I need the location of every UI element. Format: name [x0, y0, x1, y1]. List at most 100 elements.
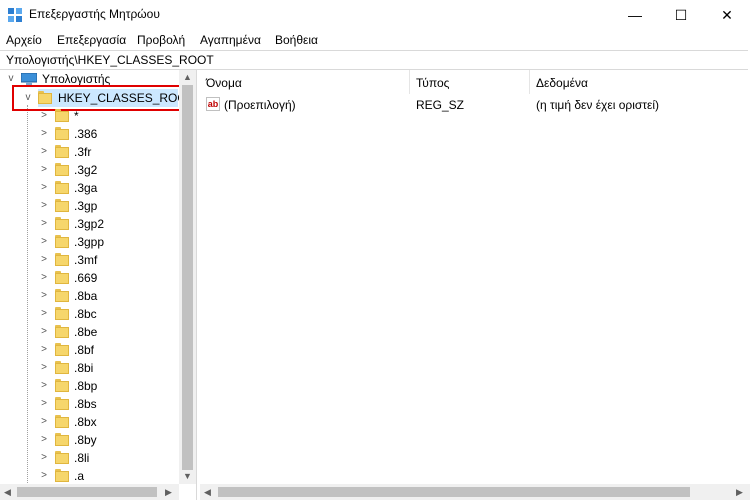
chevron-right-icon[interactable]: >: [39, 431, 49, 449]
scroll-left-icon[interactable]: ◀: [4, 487, 11, 498]
tree-item[interactable]: > .3gpp: [0, 233, 179, 251]
tree-vertical-scrollbar[interactable]: ▲ ▼: [179, 70, 196, 484]
scroll-right-icon[interactable]: ▶: [736, 487, 743, 498]
tree-item[interactable]: > .3ga: [0, 179, 179, 197]
chevron-right-icon[interactable]: >: [39, 359, 49, 377]
scroll-thumb[interactable]: [17, 487, 157, 497]
chevron-right-icon[interactable]: >: [39, 233, 49, 251]
menu-edit[interactable]: Επεξεργασία: [57, 33, 126, 47]
folder-icon: [55, 199, 69, 212]
chevron-right-icon[interactable]: >: [39, 341, 49, 359]
folder-icon: [55, 289, 69, 302]
scroll-right-icon[interactable]: ▶: [165, 487, 172, 498]
folder-icon: [55, 433, 69, 446]
folder-icon: [55, 451, 69, 464]
maximize-button[interactable]: ☐: [658, 0, 704, 30]
menu-help[interactable]: Βοήθεια: [275, 33, 318, 47]
tree-label: .8ba: [74, 289, 98, 303]
tree-label: .8be: [74, 325, 98, 339]
column-header-name[interactable]: Όνομα: [200, 70, 410, 94]
chevron-right-icon[interactable]: >: [39, 377, 49, 395]
tree-item[interactable]: > .8bs: [0, 395, 179, 413]
tree-item[interactable]: > *: [0, 107, 179, 125]
folder-icon: [55, 109, 69, 122]
tree-item[interactable]: > .8bf: [0, 341, 179, 359]
folder-icon: [55, 307, 69, 320]
folder-icon: [55, 127, 69, 140]
menu-favorites[interactable]: Αγαπημένα: [200, 33, 261, 47]
chevron-right-icon[interactable]: >: [39, 467, 49, 485]
column-header-data[interactable]: Δεδομένα: [530, 70, 750, 94]
minimize-button[interactable]: —: [612, 0, 658, 30]
tree-item[interactable]: > .8bc: [0, 305, 179, 323]
chevron-right-icon[interactable]: >: [39, 323, 49, 341]
menu-file[interactable]: Αρχείο: [6, 33, 42, 47]
folder-icon: [55, 145, 69, 158]
tree-label: .8bp: [74, 379, 98, 393]
chevron-right-icon[interactable]: >: [39, 449, 49, 467]
menu-view[interactable]: Προβολή: [137, 33, 185, 47]
tree-item[interactable]: > .8by: [0, 431, 179, 449]
chevron-right-icon[interactable]: >: [39, 197, 49, 215]
tree-label: *: [74, 109, 79, 123]
tree-item[interactable]: > .3gp2: [0, 215, 179, 233]
scroll-thumb[interactable]: [218, 487, 690, 497]
menu-bar: Αρχείο Επεξεργασία Προβολή Αγαπημένα Βοή…: [0, 30, 750, 50]
scroll-down-icon[interactable]: ▼: [183, 471, 192, 481]
tree-item[interactable]: > .a: [0, 467, 179, 485]
chevron-right-icon[interactable]: >: [39, 107, 49, 125]
tree-label: .8bc: [74, 307, 97, 321]
folder-icon: [55, 325, 69, 338]
scroll-left-icon[interactable]: ◀: [204, 487, 211, 498]
tree-label: .8bi: [74, 361, 94, 375]
values-horizontal-scrollbar[interactable]: ◀ ▶: [200, 484, 750, 500]
tree-item[interactable]: > .8bi: [0, 359, 179, 377]
tree-label: .3gpp: [74, 235, 105, 249]
chevron-right-icon[interactable]: >: [39, 413, 49, 431]
folder-icon: [55, 253, 69, 266]
tree-item[interactable]: > .8bx: [0, 413, 179, 431]
address-path[interactable]: Υπολογιστής\HKEY_CLASSES_ROOT: [6, 53, 214, 67]
title-bar: Επεξεργαστής Μητρώου — ☐ ✕: [0, 0, 750, 30]
scroll-thumb[interactable]: [182, 85, 193, 470]
tree-label: .a: [74, 469, 85, 483]
tree-item[interactable]: > .3gp: [0, 197, 179, 215]
close-button[interactable]: ✕: [704, 0, 750, 30]
values-pane[interactable]: Όνομα Τύπος Δεδομένα ab (Προεπιλογή) REG…: [200, 70, 750, 484]
tree-item[interactable]: > .8bp: [0, 377, 179, 395]
tree-item[interactable]: > .3mf: [0, 251, 179, 269]
tree-item[interactable]: > .3g2: [0, 161, 179, 179]
tree-item[interactable]: > .386: [0, 125, 179, 143]
chevron-right-icon[interactable]: >: [39, 395, 49, 413]
value-data[interactable]: (η τιμή δεν έχει οριστεί): [536, 96, 659, 114]
string-value-icon: ab: [206, 97, 220, 111]
column-header-type[interactable]: Τύπος: [410, 70, 530, 94]
value-type[interactable]: REG_SZ: [416, 96, 464, 114]
tree-label: .8bf: [74, 343, 95, 357]
chevron-right-icon[interactable]: >: [39, 161, 49, 179]
tree-horizontal-scrollbar[interactable]: ◀ ▶: [0, 484, 179, 500]
chevron-right-icon[interactable]: >: [39, 251, 49, 269]
chevron-right-icon[interactable]: >: [39, 287, 49, 305]
folder-icon: [55, 343, 69, 356]
tree-item[interactable]: > .8ba: [0, 287, 179, 305]
scroll-up-icon[interactable]: ▲: [183, 72, 192, 82]
tree-label: .669: [74, 271, 98, 285]
window-title: Επεξεργαστής Μητρώου: [29, 7, 160, 21]
tree-item[interactable]: > .8li: [0, 449, 179, 467]
value-name[interactable]: (Προεπιλογή): [224, 96, 296, 114]
tree-label: .3mf: [74, 253, 98, 267]
chevron-right-icon[interactable]: >: [39, 125, 49, 143]
chevron-right-icon[interactable]: >: [39, 269, 49, 287]
tree-label: .3gp: [74, 199, 98, 213]
chevron-right-icon[interactable]: >: [39, 179, 49, 197]
chevron-right-icon[interactable]: >: [39, 143, 49, 161]
tree-item[interactable]: > .8be: [0, 323, 179, 341]
chevron-right-icon[interactable]: >: [39, 305, 49, 323]
folder-icon: [55, 217, 69, 230]
tree-label: .3ga: [74, 181, 98, 195]
tree-item[interactable]: > .669: [0, 269, 179, 287]
address-bar[interactable]: Υπολογιστής\HKEY_CLASSES_ROOT: [0, 50, 748, 70]
tree-item[interactable]: > .3fr: [0, 143, 179, 161]
chevron-right-icon[interactable]: >: [39, 215, 49, 233]
